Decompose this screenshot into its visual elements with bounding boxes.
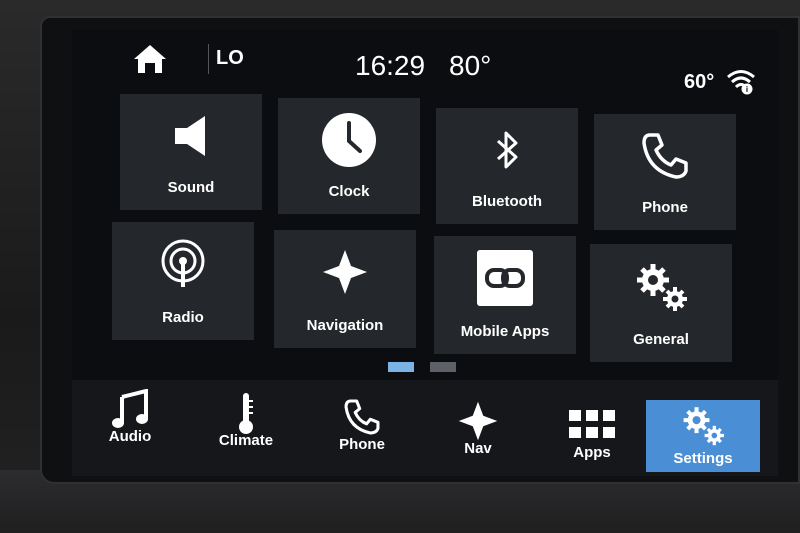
- tile-label: Mobile Apps: [460, 323, 550, 340]
- dock-label: Climate: [218, 432, 274, 449]
- phone-icon: [344, 399, 380, 435]
- tile-label: Sound: [167, 179, 215, 196]
- navigation-icon: [323, 250, 367, 294]
- tile-bluetooth[interactable]: Bluetooth: [436, 108, 578, 224]
- fan-speed-label: LO: [216, 47, 244, 69]
- tile-label: Clock: [328, 183, 370, 200]
- dock-phone[interactable]: Phone: [304, 388, 420, 474]
- radio-icon: [161, 239, 205, 287]
- dock-audio[interactable]: Audio: [72, 380, 188, 466]
- dock-label: Settings: [673, 450, 733, 467]
- tile-label: Radio: [162, 309, 204, 326]
- thermometer-icon: [239, 393, 253, 434]
- outside-temperature: 60°: [684, 71, 715, 93]
- dock-nav[interactable]: Nav: [420, 392, 536, 476]
- dock-climate[interactable]: Climate: [188, 384, 304, 470]
- pager-dot-1[interactable]: [388, 362, 414, 372]
- clock-time: 16:29: [355, 50, 426, 81]
- tile-mobile-apps[interactable]: Mobile Apps: [434, 236, 576, 354]
- tile-phone[interactable]: Phone: [594, 114, 736, 230]
- status-bar: LO 16:29 80° 60° i: [72, 30, 778, 95]
- tile-label: General: [633, 331, 689, 348]
- infotainment-screen: LO 16:29 80° 60° i Sound Clock Bluetooth…: [72, 30, 778, 476]
- apps-grid-icon: [569, 410, 615, 438]
- navigation-icon: [458, 401, 498, 441]
- gears-icon: [637, 264, 687, 311]
- dock-apps[interactable]: Apps: [534, 396, 650, 476]
- phone-icon: [642, 133, 688, 179]
- svg-text:i: i: [746, 85, 748, 94]
- tile-label: Phone: [642, 199, 688, 216]
- tile-radio[interactable]: Radio: [112, 222, 254, 340]
- tile-label: Navigation: [306, 317, 384, 334]
- tile-navigation[interactable]: Navigation: [274, 230, 416, 348]
- tile-sound[interactable]: Sound: [120, 94, 262, 210]
- dock-label: Audio: [108, 428, 152, 445]
- status-divider: [208, 44, 209, 74]
- home-icon[interactable]: [130, 42, 170, 76]
- bluetooth-icon: [497, 131, 518, 169]
- tile-general[interactable]: General: [590, 244, 732, 362]
- clock-icon: [322, 113, 376, 167]
- bottom-dock: Audio Climate Phone Nav Apps Settings: [72, 380, 778, 476]
- pager-dot-2[interactable]: [430, 362, 456, 372]
- dock-label: Apps: [573, 444, 611, 461]
- inside-temperature: 80°: [449, 50, 492, 81]
- wifi-icon: i: [727, 70, 755, 95]
- dock-label: Nav: [464, 440, 492, 457]
- dock-label: Phone: [339, 436, 385, 453]
- dock-settings[interactable]: Settings: [646, 400, 760, 472]
- music-note-icon: [112, 389, 148, 428]
- tile-clock[interactable]: Clock: [278, 98, 420, 214]
- speaker-icon: [175, 116, 205, 156]
- tile-label: Bluetooth: [472, 193, 542, 210]
- gears-icon: [683, 407, 724, 446]
- mobile-apps-icon: [477, 250, 533, 306]
